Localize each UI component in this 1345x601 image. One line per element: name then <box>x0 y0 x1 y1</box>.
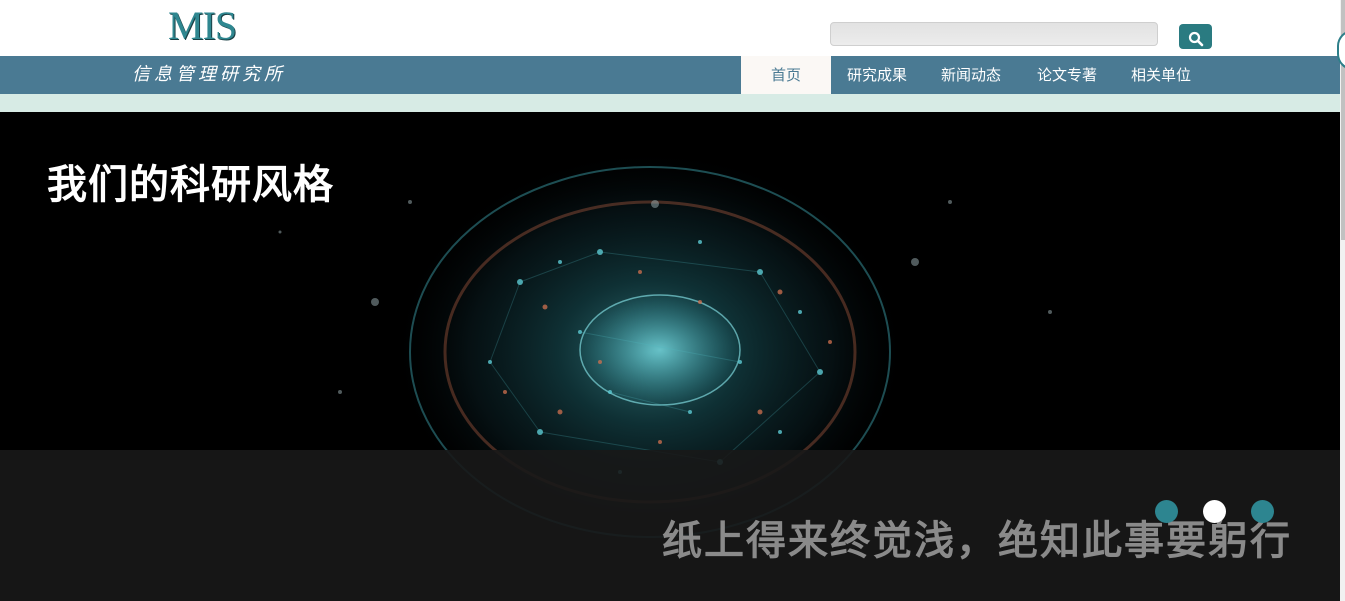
nav-item-home[interactable]: 首页 <box>741 56 831 94</box>
nav-item-research[interactable]: 研究成果 <box>847 56 907 94</box>
banner-title: 我们的科研风格 <box>47 162 334 208</box>
nav-item-partners[interactable]: 相关单位 <box>1131 56 1191 94</box>
carousel-dot-3[interactable] <box>1251 500 1274 523</box>
carousel-indicators <box>1155 500 1285 524</box>
site-logo[interactable]: MIS <box>168 4 237 48</box>
hero-carousel[interactable]: 我们的科研风格 纸上得来终觉浅，绝知此事要躬行 <box>0 112 1340 601</box>
search-button[interactable] <box>1179 24 1212 49</box>
search-icon <box>1188 31 1203 46</box>
page: MIS 信息管理研究所 首页 研究成果 新闻动态 论文专著 相关单位 我们的科研… <box>0 0 1345 601</box>
site-subtitle: 信息管理研究所 <box>132 64 286 85</box>
caption-overlay: 纸上得来终觉浅，绝知此事要躬行 <box>0 450 1340 601</box>
carousel-dot-1[interactable] <box>1155 500 1178 523</box>
carousel-dot-2[interactable] <box>1203 500 1226 523</box>
search-input[interactable] <box>830 22 1158 46</box>
main-nav: 信息管理研究所 首页 研究成果 新闻动态 论文专著 相关单位 <box>0 56 1340 94</box>
nav-item-papers[interactable]: 论文专著 <box>1037 56 1097 94</box>
nav-item-news[interactable]: 新闻动态 <box>941 56 1001 94</box>
header: MIS <box>0 0 1340 56</box>
nav-divider-strip <box>0 94 1340 112</box>
